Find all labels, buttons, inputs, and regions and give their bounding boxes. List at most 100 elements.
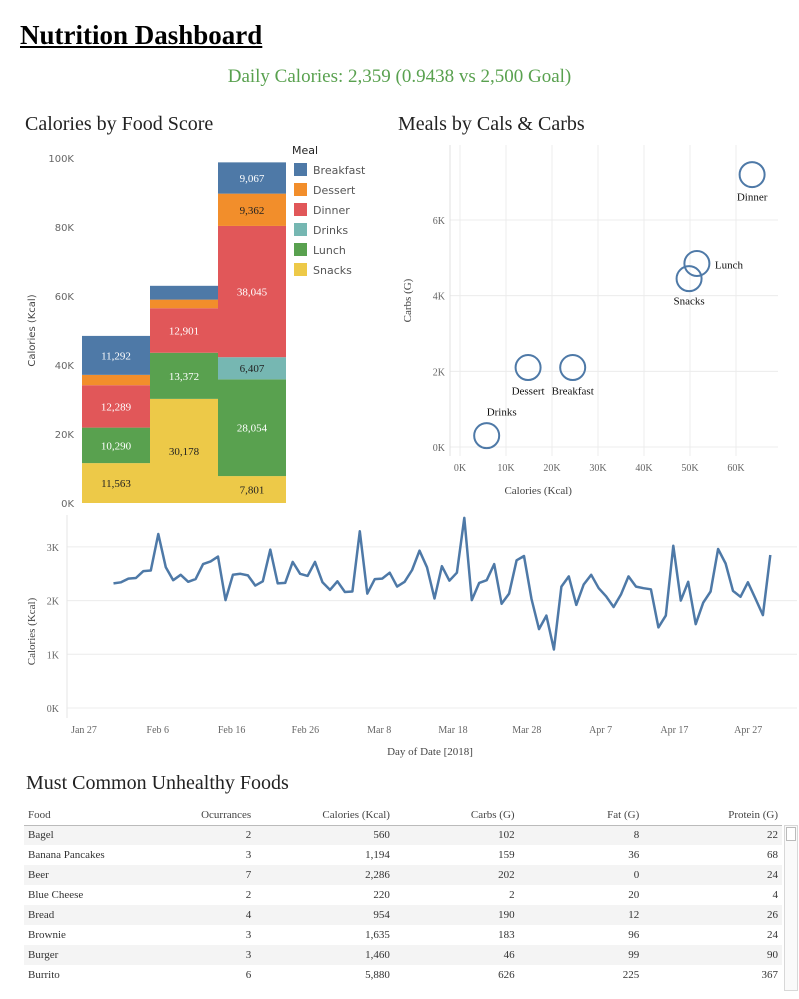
table-cell: Blue Cheese <box>28 889 84 901</box>
column-header-calories[interactable]: Calories (Kcal) <box>255 805 394 826</box>
bar-data-label: 13,372 <box>169 371 199 383</box>
bar-segment-dessert[interactable] <box>82 374 150 386</box>
table-cell: 20 <box>628 889 640 901</box>
table-cell: 8 <box>518 825 644 845</box>
y-tick-label: 0K <box>433 443 446 454</box>
y-tick-label: 2K <box>47 597 60 608</box>
bar-data-label: 7,801 <box>240 485 265 497</box>
unhealthy-foods-table-container[interactable]: Food Ocurrances Calories (Kcal) Carbs (G… <box>24 805 798 991</box>
legend-item-drinks[interactable]: Drinks <box>313 224 348 237</box>
table-scrollbar-thumb[interactable] <box>786 827 796 841</box>
x-tick-label: 60K <box>727 463 745 474</box>
table-cell: 4 <box>174 905 256 925</box>
daily-calories-summary: Daily Calories: 2,359 (0.9438 vs 2,500 G… <box>227 66 572 87</box>
y-tick-label: 100K <box>48 154 74 165</box>
table-header-row: Food Ocurrances Calories (Kcal) Carbs (G… <box>24 805 782 826</box>
legend-item-lunch[interactable]: Lunch <box>313 244 346 257</box>
table-cell: 90 <box>643 945 782 965</box>
column-header-carbs[interactable]: Carbs (G) <box>393 805 519 826</box>
table-cell: 6 <box>245 969 252 981</box>
scatter-point-dessert[interactable] <box>514 354 542 382</box>
legend-item-snacks[interactable]: Snacks <box>313 264 352 277</box>
bar-data-label: 30,178 <box>169 446 200 458</box>
table-cell: 220 <box>373 889 390 901</box>
legend-swatch-breakfast <box>294 163 307 176</box>
scatter-point-label: Dessert <box>512 386 545 398</box>
y-tick-label: 6K <box>433 216 446 227</box>
scatter-point-dinner[interactable] <box>738 161 766 189</box>
calories-series-line[interactable] <box>113 516 772 651</box>
scatter-point-snacks[interactable] <box>675 265 703 293</box>
y-tick-label: 40K <box>55 361 75 372</box>
legend-swatch-snacks <box>294 263 307 276</box>
table-cell: 96 <box>628 929 640 941</box>
x-tick-label: 30K <box>589 463 607 474</box>
x-tick-label: Jan 27 <box>71 725 97 736</box>
table-cell: 1,460 <box>255 945 394 965</box>
x-axis-title: Day of Date [2018] <box>387 746 473 758</box>
x-tick-label: 50K <box>681 463 699 474</box>
meals-scatter-title: Meals by Cals & Carbs <box>398 113 585 135</box>
table-cell: 4 <box>772 889 779 901</box>
scatter-point-label: Drinks <box>487 407 517 419</box>
table-cell: 12 <box>518 905 644 925</box>
food-score-bar-chart: 0K 20K 40K 60K 80K 100K Calories (Kcal) 11,563 3… <box>27 144 366 510</box>
scatter-point-lunch[interactable] <box>683 250 711 278</box>
legend-title: Meal <box>292 144 318 157</box>
table-cell: Beer <box>24 865 175 885</box>
y-tick-label: 60K <box>55 292 75 303</box>
y-axis-title: Carbs (G) <box>402 278 414 322</box>
table-cell: 36 <box>628 849 640 861</box>
column-header-occurrences[interactable]: Ocurrances <box>174 805 256 826</box>
y-tick-label: 2K <box>433 367 446 378</box>
unhealthy-foods-title: Must Common Unhealthy Foods <box>26 772 289 794</box>
y-axis-title: Calories (Kcal) <box>27 294 38 366</box>
bar-segment-breakfast[interactable] <box>150 285 218 300</box>
table-cell: Burger <box>24 945 175 965</box>
table-row[interactable]: Burrito 6 5,880 626 225 367 <box>24 965 782 985</box>
table-cell: 190 <box>393 905 519 925</box>
table-cell: 3 <box>245 929 252 941</box>
y-tick-label: 20K <box>55 430 75 441</box>
bar-data-label: 9,067 <box>240 173 265 185</box>
column-header-protein[interactable]: Protein (G) <box>643 805 782 826</box>
table-row[interactable]: Burger 3 1,460 46 99 90 <box>24 945 782 965</box>
table-cell: 1,635 <box>365 929 390 941</box>
table-scrollbar[interactable] <box>784 825 798 991</box>
table-row[interactable]: Banana Pancakes 3 1,194 159 36 68 <box>24 845 782 865</box>
legend-item-dessert[interactable]: Dessert <box>313 184 356 197</box>
bar-data-label: 12,289 <box>101 401 132 413</box>
scatter-point-label: Snacks <box>673 296 704 308</box>
bar-segment-dessert[interactable] <box>150 299 218 309</box>
bar-data-label: 38,045 <box>237 287 268 299</box>
y-tick-label: 4K <box>433 292 446 303</box>
table-cell: 7 <box>174 865 256 885</box>
x-axis-title: Calories (Kcal) <box>504 485 572 497</box>
table-row[interactable]: Blue Cheese 2 220 2 20 4 <box>24 885 782 905</box>
unhealthy-foods-table: Food Ocurrances Calories (Kcal) Carbs (G… <box>24 805 782 985</box>
column-header-fat[interactable]: Fat (G) <box>518 805 644 826</box>
scatter-point-drinks[interactable] <box>473 422 501 450</box>
table-row[interactable]: Brownie 3 1,635 183 96 24 <box>24 925 782 945</box>
table-cell: Brownie <box>28 929 66 941</box>
y-tick-label: 0K <box>47 704 60 715</box>
column-header-food[interactable]: Food <box>24 805 175 826</box>
x-tick-label: Apr 17 <box>660 725 688 736</box>
table-cell: 2,286 <box>255 865 394 885</box>
table-cell: 1,194 <box>365 849 390 861</box>
legend-item-dinner[interactable]: Dinner <box>313 204 350 217</box>
table-row[interactable]: Bread 4 954 190 12 26 <box>24 905 782 925</box>
table-cell: 3 <box>174 945 256 965</box>
table-cell: 954 <box>255 905 394 925</box>
table-cell: 3 <box>245 849 252 861</box>
scatter-point-breakfast[interactable] <box>559 354 587 382</box>
x-tick-label: Feb 6 <box>147 725 170 736</box>
table-cell: 225 <box>622 969 640 981</box>
bar-data-label: 10,290 <box>101 440 132 452</box>
legend-item-breakfast[interactable]: Breakfast <box>313 164 366 177</box>
daily-calories-line-chart: 0K 1K 2K 3K Jan 27 Feb 6 Feb 16 Feb 26 Mar 8 Mar … <box>26 515 797 758</box>
table-row[interactable]: Beer 7 2,286 202 0 24 <box>24 865 782 885</box>
table-cell: 99 <box>518 945 644 965</box>
table-row[interactable]: Bagel 2 560 102 8 22 <box>24 825 782 845</box>
table-cell: 46 <box>393 945 519 965</box>
